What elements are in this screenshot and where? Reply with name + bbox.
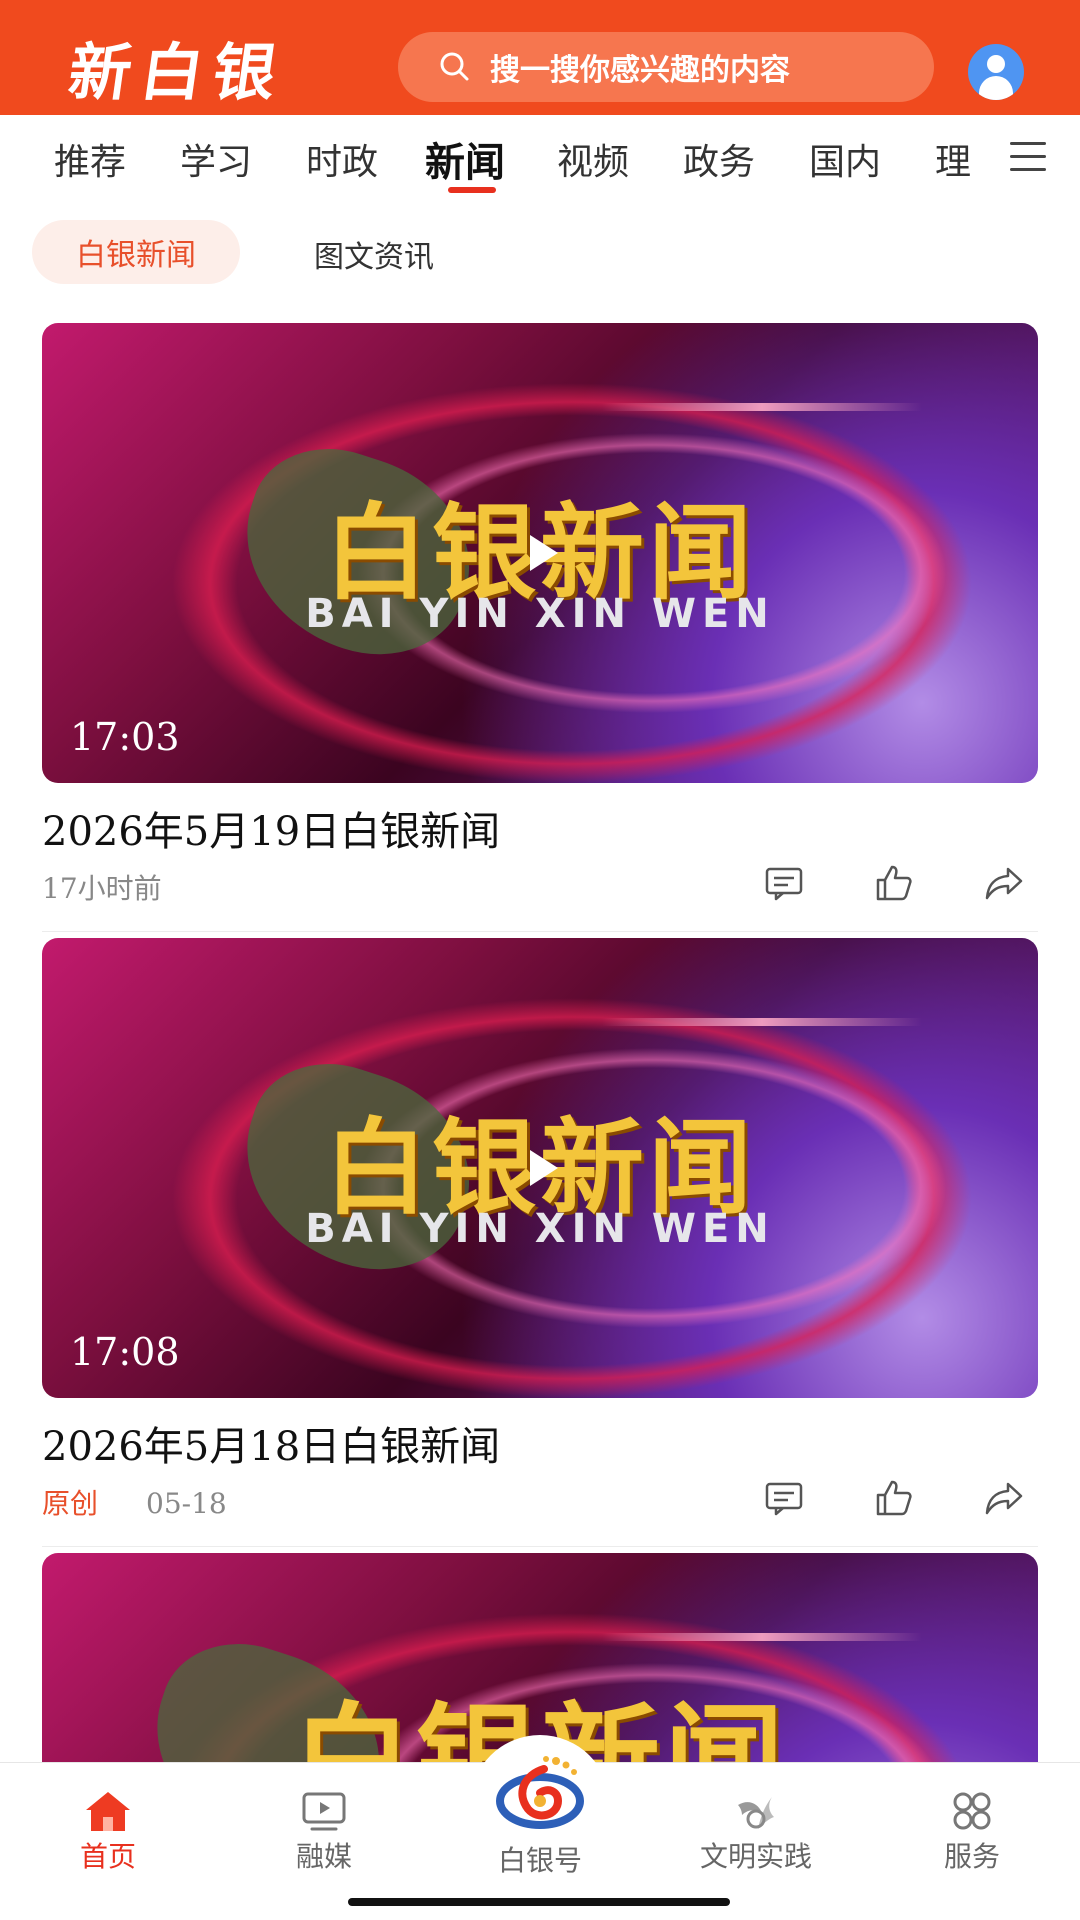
comment-icon[interactable] — [764, 1478, 804, 1518]
category-tabs: 推荐 学习 时政 新闻 视频 政务 国内 理 — [0, 115, 1080, 197]
nav-label: 服务 — [943, 1840, 1000, 1873]
avatar-head — [987, 55, 1005, 73]
nav-service[interactable]: 服务 — [902, 1789, 1042, 1875]
news-time: 17小时前 — [42, 872, 162, 905]
card-actions — [764, 863, 1038, 903]
tab-news[interactable]: 新闻 — [425, 130, 505, 188]
share-icon[interactable] — [984, 863, 1024, 903]
tab-politics[interactable]: 时政 — [306, 133, 378, 185]
app-logo[interactable]: 新白银 — [64, 22, 293, 112]
comment-icon[interactable] — [764, 863, 804, 903]
original-badge: 原创 — [42, 1487, 99, 1520]
divider — [42, 1546, 1038, 1547]
bottom-nav: 首页 融媒 白银号 文明实践 服务 — [0, 1735, 1080, 1920]
tab-partial[interactable]: 理 — [935, 133, 971, 185]
nav-label: 文明实践 — [699, 1840, 812, 1873]
active-tab-indicator — [448, 187, 496, 193]
video-thumbnail[interactable]: 白银新闻 BAI YIN XIN WEN 17:03 — [42, 323, 1038, 783]
subtab-baiyin-news[interactable]: 白银新闻 — [32, 220, 240, 284]
news-title[interactable]: 2026年5月18日白银新闻 — [42, 1414, 500, 1472]
news-time: 05-18 — [146, 1487, 227, 1520]
search-placeholder: 搜一搜你感兴趣的内容 — [490, 53, 790, 88]
tab-study[interactable]: 学习 — [180, 133, 252, 185]
nav-home[interactable]: 首页 — [38, 1789, 178, 1875]
tab-recommend[interactable]: 推荐 — [54, 133, 126, 185]
search-bar[interactable]: 搜一搜你感兴趣的内容 — [398, 32, 934, 102]
thumbnail-subtitle: BAI YIN XIN WEN — [305, 1206, 775, 1252]
subtab-image-news[interactable]: 图文资讯 — [314, 232, 434, 276]
nav-label: 首页 — [79, 1840, 136, 1873]
menu-icon[interactable] — [1010, 142, 1046, 172]
grid-icon — [953, 1792, 991, 1830]
video-thumbnail[interactable]: 白银新闻 BAI YIN XIN WEN 17:08 — [42, 938, 1038, 1398]
thumbnail-subtitle: BAI YIN XIN WEN — [305, 591, 775, 637]
share-icon[interactable] — [984, 1478, 1024, 1518]
like-icon[interactable] — [874, 863, 914, 903]
video-duration: 17:03 — [70, 715, 180, 759]
avatar-body — [979, 76, 1013, 100]
tab-video[interactable]: 视频 — [557, 133, 629, 185]
play-icon[interactable] — [530, 1150, 558, 1186]
home-icon — [86, 1792, 130, 1831]
nav-civilization[interactable]: 文明实践 — [686, 1789, 826, 1875]
search-icon — [440, 52, 469, 81]
news-title[interactable]: 2026年5月19日白银新闻 — [42, 799, 500, 857]
nav-label: 融媒 — [295, 1840, 352, 1873]
tv-icon — [302, 1792, 346, 1831]
tab-domestic[interactable]: 国内 — [809, 133, 881, 185]
like-icon[interactable] — [874, 1478, 914, 1518]
play-icon[interactable] — [530, 535, 558, 571]
card-actions — [764, 1478, 1038, 1518]
news-meta: 原创 05-18 — [42, 1482, 227, 1522]
nav-label[interactable]: 白银号 — [470, 1839, 610, 1879]
tab-government[interactable]: 政务 — [683, 133, 755, 185]
video-duration: 17:08 — [70, 1330, 180, 1374]
divider — [42, 931, 1038, 932]
civilization-icon — [738, 1797, 774, 1829]
baiyin-logo-icon[interactable] — [494, 1751, 586, 1831]
news-meta: 17小时前 — [42, 867, 162, 907]
home-indicator — [348, 1898, 730, 1906]
user-avatar[interactable] — [968, 44, 1024, 100]
nav-media[interactable]: 融媒 — [254, 1789, 394, 1875]
app-header: 新白银 搜一搜你感兴趣的内容 — [0, 0, 1080, 115]
